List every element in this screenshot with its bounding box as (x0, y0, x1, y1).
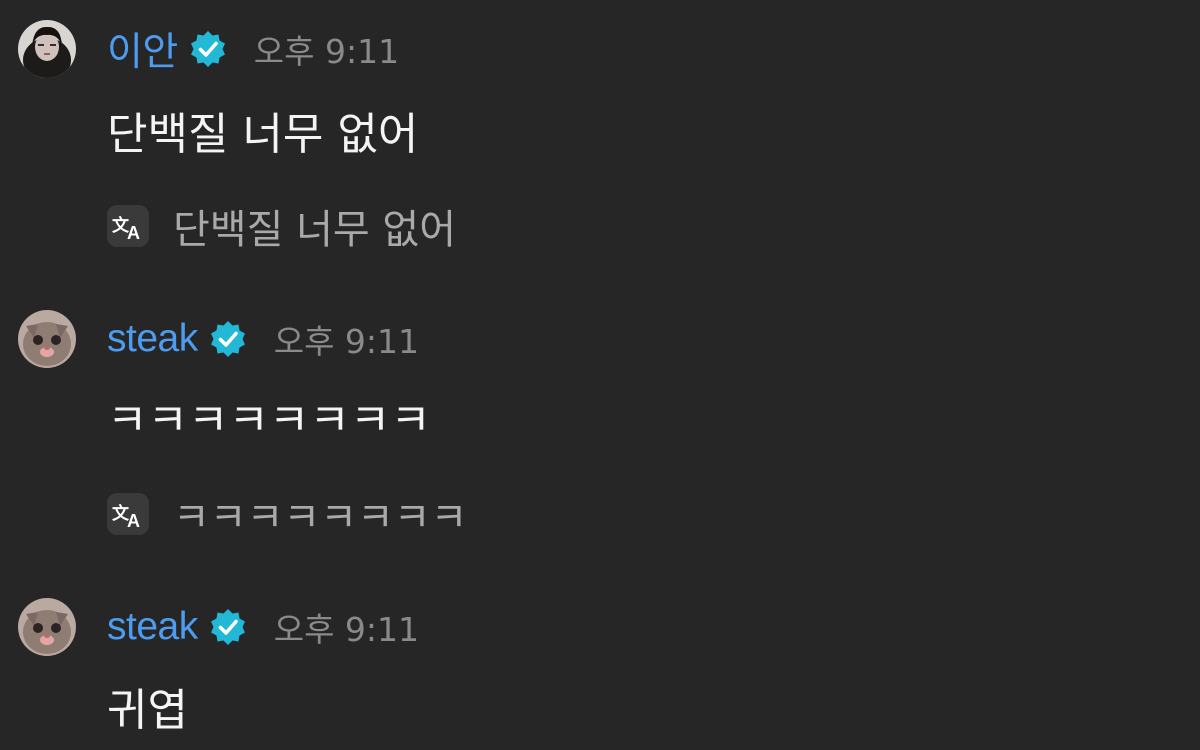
avatar[interactable] (18, 598, 76, 656)
username[interactable]: steak (107, 605, 198, 649)
svg-text:A: A (127, 223, 140, 241)
message-text: ㅋㅋㅋㅋㅋㅋㅋㅋ (107, 395, 431, 446)
verified-badge-icon (208, 607, 248, 647)
verified-badge-icon (188, 29, 228, 69)
message-header: steak 오후 9:11 (107, 313, 419, 365)
translation-text: 단백질 너무 없어 (173, 207, 457, 253)
translate-icon[interactable]: 文 A (107, 205, 149, 247)
translation-row: 文 A 단백질 너무 없어 (107, 197, 456, 255)
message-header: 이안 오후 9:11 (107, 23, 399, 75)
avatar[interactable] (18, 310, 76, 368)
message-header: steak 오후 9:11 (107, 601, 419, 653)
message-text: 귀엽 (107, 685, 188, 736)
avatar[interactable] (18, 20, 76, 78)
timestamp: 오후 9:11 (273, 322, 420, 361)
translate-icon[interactable]: 文 A (107, 493, 149, 535)
translation-row: 文 A ㅋㅋㅋㅋㅋㅋㅋㅋ (107, 485, 467, 543)
username[interactable]: steak (107, 317, 198, 361)
verified-badge-icon (208, 319, 248, 359)
username[interactable]: 이안 (107, 21, 178, 77)
timestamp: 오후 9:11 (253, 32, 400, 71)
translation-text: ㅋㅋㅋㅋㅋㅋㅋㅋ (173, 495, 468, 541)
svg-text:A: A (127, 511, 140, 529)
timestamp: 오후 9:11 (273, 610, 420, 649)
message-text: 단백질 너무 없어 (107, 109, 419, 160)
